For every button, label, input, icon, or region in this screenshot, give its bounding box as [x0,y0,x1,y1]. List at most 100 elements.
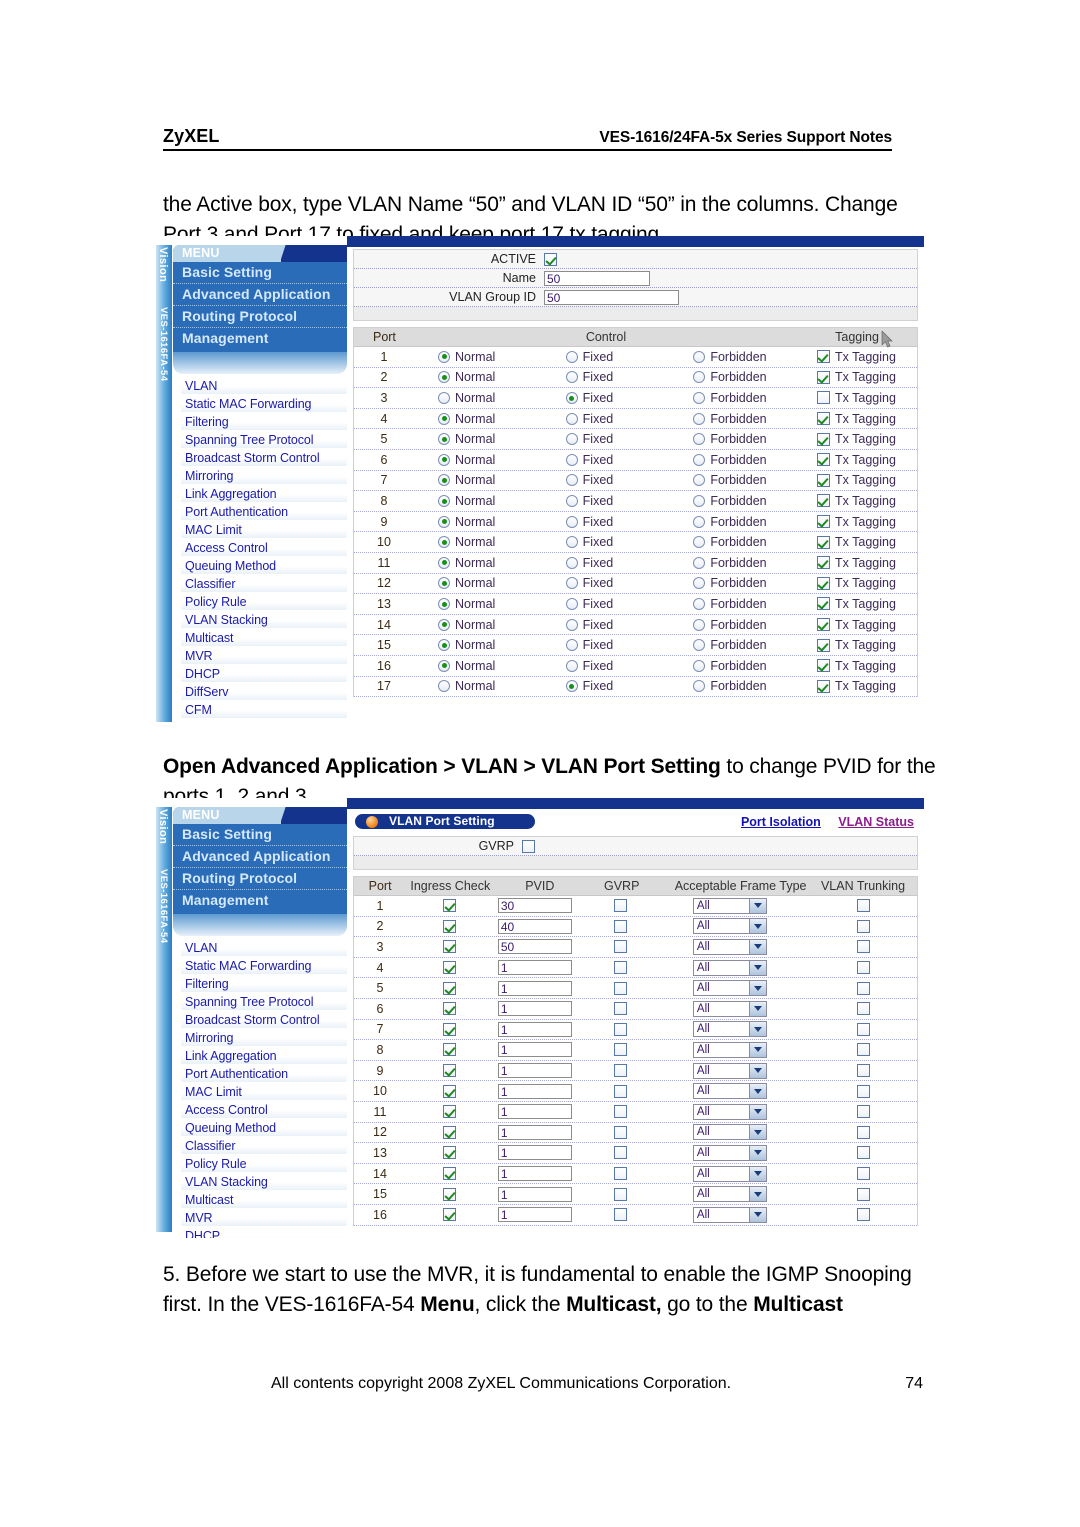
menu-item-advanced-application[interactable]: Advanced Application [173,284,347,306]
radio-normal[interactable] [438,680,451,693]
gvrp-checkbox[interactable] [614,981,628,995]
menu-item-basic-setting[interactable]: Basic Setting [173,824,347,846]
ingress-check-checkbox[interactable] [443,1167,457,1181]
tx-tagging-checkbox[interactable] [816,576,830,590]
tx-tagging-checkbox[interactable] [816,679,830,693]
radio-forbidden[interactable] [693,556,706,569]
chevron-down-icon[interactable] [748,919,766,934]
chevron-down-icon[interactable] [748,960,766,975]
gvrp-checkbox[interactable] [614,1084,628,1098]
radio-fixed[interactable] [565,433,578,446]
tx-tagging-checkbox[interactable] [816,515,830,529]
ingress-check-checkbox[interactable] [443,899,457,913]
radio-forbidden[interactable] [693,412,706,425]
ingress-check-checkbox[interactable] [443,940,457,954]
sidebar-item-vlan-stacking[interactable]: VLAN Stacking [181,1173,347,1191]
tx-tagging-checkbox[interactable] [816,597,830,611]
radio-normal[interactable] [438,577,451,590]
sidebar-item-filtering[interactable]: Filtering [181,413,347,431]
radio-forbidden[interactable] [693,618,706,631]
sidebar-item-filtering[interactable]: Filtering [181,975,347,993]
acceptable-frame-type-select[interactable]: All [692,1103,767,1120]
radio-fixed[interactable] [565,680,578,693]
ingress-check-checkbox[interactable] [443,1208,457,1222]
ingress-check-checkbox[interactable] [443,1105,457,1119]
radio-forbidden[interactable] [693,597,706,610]
chevron-down-icon[interactable] [748,1104,766,1119]
acceptable-frame-type-select[interactable]: All [692,897,767,914]
gvrp-checkbox[interactable] [614,1187,628,1201]
menu-item-management[interactable]: Management [173,328,347,349]
radio-normal[interactable] [438,391,451,404]
pvid-input[interactable]: 50 [497,939,572,955]
gvrp-checkbox[interactable] [614,1167,628,1181]
ingress-check-checkbox[interactable] [443,961,457,975]
pvid-input[interactable]: 1 [497,1083,572,1099]
sidebar-item-vlan[interactable]: VLAN [181,377,347,395]
acceptable-frame-type-select[interactable]: All [692,1021,767,1038]
tx-tagging-checkbox[interactable] [816,432,830,446]
chevron-down-icon[interactable] [748,1145,766,1160]
sidebar-item-mirroring[interactable]: Mirroring [181,467,347,485]
name-input[interactable]: 50 [544,270,650,286]
chevron-down-icon[interactable] [748,1063,766,1078]
gvrp-checkbox[interactable] [614,1002,628,1016]
sidebar-item-policy-rule[interactable]: Policy Rule [181,593,347,611]
sidebar-item-diffserv[interactable]: DiffServ [181,683,347,701]
vlan-trunking-checkbox[interactable] [856,1208,870,1222]
ingress-check-checkbox[interactable] [443,1146,457,1160]
radio-normal[interactable] [438,474,451,487]
acceptable-frame-type-select[interactable]: All [692,1206,767,1223]
sidebar-item-port-authentication[interactable]: Port Authentication [181,1065,347,1083]
sidebar-item-queuing-method[interactable]: Queuing Method [181,1119,347,1137]
radio-forbidden[interactable] [693,515,706,528]
radio-normal[interactable] [438,639,451,652]
vlan-group-id-input[interactable]: 50 [544,289,679,305]
acceptable-frame-type-select[interactable]: All [692,1186,767,1203]
pvid-input[interactable]: 1 [497,1042,572,1058]
sidebar-item-vlan-stacking[interactable]: VLAN Stacking [181,611,347,629]
sidebar-item-mac-limit[interactable]: MAC Limit [181,521,347,539]
radio-forbidden[interactable] [693,350,706,363]
link-vlan-status[interactable]: VLAN Status [838,815,914,829]
chevron-down-icon[interactable] [748,1207,766,1222]
gvrp-checkbox[interactable] [614,961,628,975]
sidebar-item-spanning-tree-protocol[interactable]: Spanning Tree Protocol [181,431,347,449]
radio-normal[interactable] [438,556,451,569]
radio-fixed[interactable] [565,371,578,384]
pvid-input[interactable]: 1 [497,1207,572,1223]
radio-normal[interactable] [438,433,451,446]
vlan-trunking-checkbox[interactable] [856,981,870,995]
menu-item-routing-protocol[interactable]: Routing Protocol [173,306,347,328]
link-port-isolation[interactable]: Port Isolation [741,815,821,829]
sidebar-item-classifier[interactable]: Classifier [181,575,347,593]
radio-fixed[interactable] [565,494,578,507]
radio-normal[interactable] [438,659,451,672]
radio-forbidden[interactable] [693,494,706,507]
vlan-trunking-checkbox[interactable] [856,1187,870,1201]
pvid-input[interactable]: 40 [497,918,572,934]
chevron-down-icon[interactable] [748,981,766,996]
radio-forbidden[interactable] [693,371,706,384]
vlan-trunking-checkbox[interactable] [856,919,870,933]
radio-forbidden[interactable] [693,536,706,549]
tx-tagging-checkbox[interactable] [816,473,830,487]
sidebar-item-port-authentication[interactable]: Port Authentication [181,503,347,521]
acceptable-frame-type-select[interactable]: All [692,1124,767,1141]
sidebar-item-access-control[interactable]: Access Control [181,1101,347,1119]
vlan-trunking-checkbox[interactable] [856,1002,870,1016]
acceptable-frame-type-select[interactable]: All [692,1144,767,1161]
sidebar-item-link-aggregation[interactable]: Link Aggregation [181,1047,347,1065]
radio-fixed[interactable] [565,536,578,549]
tx-tagging-checkbox[interactable] [816,556,830,570]
sidebar-item-mvr[interactable]: MVR [181,647,347,665]
pvid-input[interactable]: 1 [497,1186,572,1202]
active-checkbox[interactable] [544,252,557,266]
ingress-check-checkbox[interactable] [443,919,457,933]
acceptable-frame-type-select[interactable]: All [692,1000,767,1017]
radio-normal[interactable] [438,453,451,466]
radio-fixed[interactable] [565,515,578,528]
acceptable-frame-type-select[interactable]: All [692,980,767,997]
radio-forbidden[interactable] [693,474,706,487]
radio-forbidden[interactable] [693,680,706,693]
